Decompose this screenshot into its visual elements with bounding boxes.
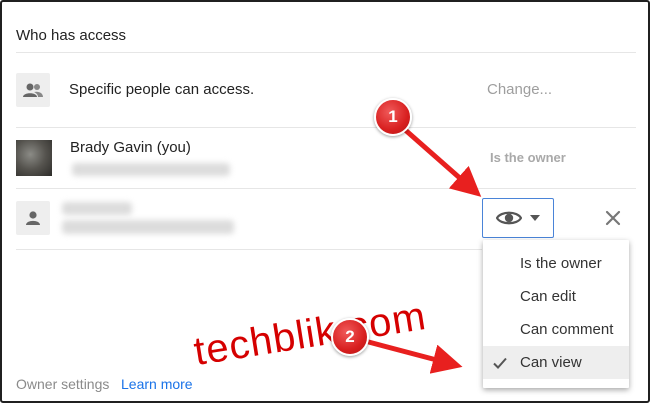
annotation-arrow-2 bbox=[360, 337, 463, 374]
annotation-arrows bbox=[360, 126, 482, 374]
annotation-arrow-1 bbox=[401, 126, 482, 197]
annotation-badge-2: 2 bbox=[331, 318, 369, 356]
annotation-badge-1: 1 bbox=[374, 98, 412, 136]
